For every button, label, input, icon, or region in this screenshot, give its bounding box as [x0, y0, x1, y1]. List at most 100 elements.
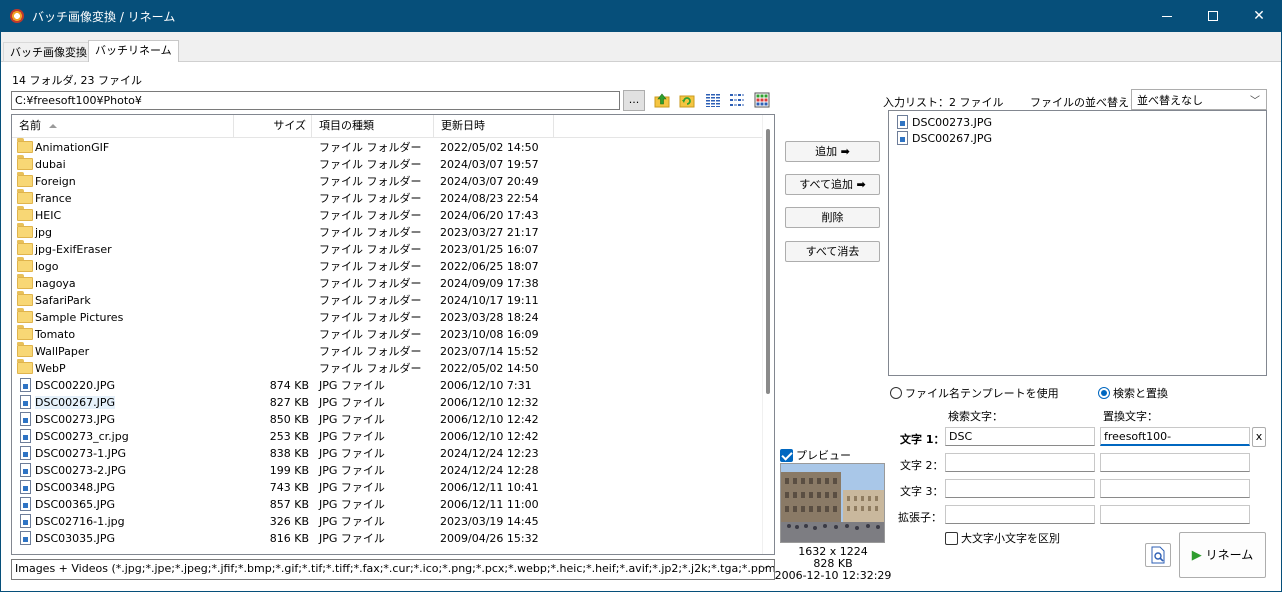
file-list-row[interactable]: DSC00348.JPG 743 KB JPG ファイル 2006/12/11 10:…	[12, 480, 762, 497]
file-name-cell: Sample Pictures	[17, 308, 237, 326]
file-name: DSC02716-1.jpg	[35, 515, 125, 528]
file-list-row[interactable]: DSC00273-2.JPG 199 KB JPG ファイル 2024/12/24 1…	[12, 463, 762, 480]
file-size: 857 KB	[269, 498, 309, 511]
file-date: 2024/03/07 20:49	[440, 175, 539, 188]
column-name-header[interactable]: 名前	[12, 115, 234, 138]
preview-datetime: 2006-12-10 12:32:29	[774, 569, 892, 582]
chevron-down-icon[interactable]: ﹀	[760, 563, 769, 576]
file-list[interactable]: 名前 サイズ 項目の種類 更新日時 AnimationGIF ファイル フォルダー…	[11, 114, 775, 555]
list-view-icon[interactable]	[729, 92, 745, 108]
template-mode-radio[interactable]	[890, 387, 902, 399]
file-list-scrollbar[interactable]	[762, 115, 774, 554]
preview-checkbox[interactable]	[780, 449, 793, 462]
template-mode-option[interactable]: ファイル名テンプレートを使用	[890, 385, 1059, 401]
preview-toggle[interactable]: プレビュー	[780, 447, 851, 463]
search-input-1[interactable]: DSC	[945, 427, 1095, 446]
file-type: ファイル フォルダー	[319, 328, 422, 341]
file-list-row[interactable]: WallPaper ファイル フォルダー 2023/07/14 15:52	[12, 342, 762, 361]
column-size-header[interactable]: サイズ	[234, 115, 312, 138]
file-list-row[interactable]: SafariPark ファイル フォルダー 2024/10/17 19:11	[12, 291, 762, 310]
file-list-row[interactable]: Tomato ファイル フォルダー 2023/10/08 16:09	[12, 325, 762, 344]
file-list-row[interactable]: DSC00267.JPG 827 KB JPG ファイル 2006/12/10 12:…	[12, 395, 762, 412]
details-view-icon[interactable]	[705, 92, 721, 108]
column-type-header[interactable]: 項目の種類	[312, 115, 434, 138]
replace-input-extension[interactable]	[1100, 505, 1250, 524]
file-list-row[interactable]: DSC00273-1.JPG 838 KB JPG ファイル 2024/12/24 1…	[12, 446, 762, 463]
refresh-folder-icon[interactable]	[679, 92, 695, 108]
file-list-row[interactable]: DSC00273_cr.jpg 253 KB JPG ファイル 2006/12/10 …	[12, 429, 762, 446]
scrollbar-thumb[interactable]	[766, 129, 770, 394]
file-name-cell: DSC00220.JPG	[17, 378, 237, 394]
rename-button[interactable]: ▶ リネーム	[1179, 532, 1266, 578]
sort-select[interactable]: 並べ替えなし ﹀	[1131, 89, 1267, 110]
file-date: 2022/06/25 18:07	[440, 260, 539, 273]
file-date: 2024/08/23 22:54	[440, 192, 539, 205]
search-replace-mode-radio[interactable]	[1098, 387, 1110, 399]
path-input[interactable]: C:¥freesoft100¥Photo¥	[11, 91, 620, 110]
file-name: DSC00348.JPG	[35, 481, 116, 494]
folder-icon	[17, 308, 33, 323]
file-list-row[interactable]: DSC02716-1.jpg 326 KB JPG ファイル 2023/03/19 1…	[12, 514, 762, 531]
file-type-filter[interactable]: Images + Videos (*.jpg;*.jpe;*.jpeg;*.jf…	[11, 559, 775, 580]
add-button[interactable]: 追加 ➡	[785, 141, 880, 162]
search-input-extension[interactable]	[945, 505, 1095, 524]
file-list-row[interactable]: France ファイル フォルダー 2024/08/23 22:54	[12, 189, 762, 208]
file-list-row[interactable]: dubai ファイル フォルダー 2024/03/07 19:57	[12, 155, 762, 174]
tab-batch-convert[interactable]: バッチ画像変換	[3, 42, 94, 62]
file-list-row[interactable]: DSC03035.JPG 816 KB JPG ファイル 2009/04/26 15:…	[12, 531, 762, 548]
search-replace-mode-option[interactable]: 検索と置換	[1098, 385, 1168, 401]
file-list-row[interactable]: Foreign ファイル フォルダー 2024/03/07 20:49	[12, 172, 762, 191]
sort-label: ファイルの並べ替え：	[1030, 96, 1140, 109]
thumbnail-view-icon[interactable]	[754, 92, 770, 108]
column-name-label: 名前	[19, 119, 41, 132]
case-sensitive-checkbox[interactable]	[945, 532, 958, 545]
file-list-row[interactable]: HEIC ファイル フォルダー 2024/06/20 17:43	[12, 206, 762, 225]
file-list-row[interactable]: logo ファイル フォルダー 2022/06/25 18:07	[12, 257, 762, 276]
search-input-2[interactable]	[945, 453, 1095, 472]
file-date: 2024/12/24 12:28	[440, 464, 539, 477]
file-list-row[interactable]: DSC00365.JPG 857 KB JPG ファイル 2006/12/11 11:…	[12, 497, 762, 514]
file-date: 2024/09/09 17:38	[440, 277, 539, 290]
file-type: ファイル フォルダー	[319, 226, 422, 239]
file-list-row[interactable]: Sample Pictures ファイル フォルダー 2023/03/28 18:2…	[12, 308, 762, 327]
file-name-cell: DSC00273_cr.jpg	[17, 429, 237, 445]
input-list-item[interactable]: DSC00273.JPG	[889, 115, 1266, 131]
maximize-button[interactable]	[1190, 0, 1236, 32]
close-button[interactable]: ✕	[1236, 0, 1282, 32]
preview-rename-button[interactable]	[1145, 543, 1171, 567]
file-type: JPG ファイル	[319, 464, 385, 477]
file-list-row[interactable]: DSC00273.JPG 850 KB JPG ファイル 2006/12/10 12:…	[12, 412, 762, 429]
minimize-button[interactable]	[1144, 0, 1190, 32]
search-replace-mode-label: 検索と置換	[1113, 387, 1168, 400]
replace-input-3[interactable]	[1100, 479, 1250, 498]
replace-input-2[interactable]	[1100, 453, 1250, 472]
add-all-button[interactable]: すべて追加 ➡	[785, 174, 880, 195]
file-name: Tomato	[35, 328, 76, 341]
preview-label: プレビュー	[796, 449, 851, 462]
file-list-row[interactable]: jpg ファイル フォルダー 2023/03/27 21:17	[12, 223, 762, 242]
file-list-row[interactable]: AnimationGIF ファイル フォルダー 2022/05/02 14:50	[12, 138, 762, 157]
input-list[interactable]: DSC00273.JPG DSC00267.JPG	[888, 110, 1267, 376]
delete-button[interactable]: 削除	[785, 207, 880, 228]
file-name: DSC03035.JPG	[35, 532, 116, 545]
input-list-item[interactable]: DSC00267.JPG	[889, 131, 1266, 147]
tab-batch-rename[interactable]: バッチリネーム	[88, 40, 179, 62]
file-list-row[interactable]: DSC00220.JPG 874 KB JPG ファイル 2006/12/10 7:3…	[12, 378, 762, 395]
case-sensitive-option[interactable]: 大文字小文字を区別	[945, 530, 1060, 546]
replace-input-1[interactable]: freesoft100-	[1100, 427, 1250, 446]
folder-up-icon[interactable]	[654, 92, 670, 108]
jpg-file-icon	[20, 429, 31, 443]
sort-select-value: 並べ替えなし	[1137, 94, 1203, 107]
file-date: 2024/06/20 17:43	[440, 209, 539, 222]
browse-button[interactable]: ...	[623, 90, 645, 111]
clear-replace-button[interactable]: x	[1252, 427, 1266, 447]
file-type: ファイル フォルダー	[319, 311, 422, 324]
file-list-row[interactable]: jpg-ExifEraser ファイル フォルダー 2023/01/25 16:07	[12, 240, 762, 259]
file-list-row[interactable]: nagoya ファイル フォルダー 2024/09/09 17:38	[12, 274, 762, 293]
search-input-3[interactable]	[945, 479, 1095, 498]
clear-all-button[interactable]: すべて消去	[785, 241, 880, 262]
file-name: jpg	[35, 226, 53, 239]
file-list-row[interactable]: WebP ファイル フォルダー 2022/05/02 14:50	[12, 359, 762, 378]
column-date-header[interactable]: 更新日時	[434, 115, 554, 138]
file-name-cell: DSC00273-1.JPG	[17, 446, 237, 462]
